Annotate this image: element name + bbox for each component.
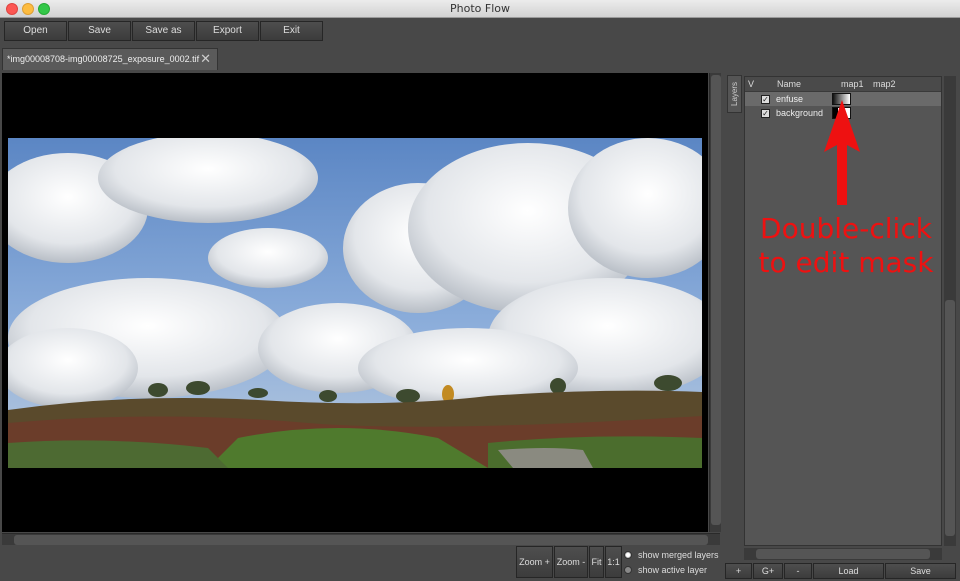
layer-name: enfuse <box>776 94 804 104</box>
layers-dock-tab[interactable]: Layers <box>727 75 742 113</box>
layer-visible-checkbox[interactable]: ✓ <box>761 95 770 104</box>
main-toolbar: Open Save Save as Export Exit <box>4 21 324 41</box>
layers-vertical-scrollbar[interactable] <box>944 76 956 546</box>
layers-horizontal-scrollbar[interactable] <box>744 548 942 560</box>
column-visible[interactable]: V <box>745 79 757 89</box>
column-name[interactable]: Name <box>757 79 829 89</box>
layer-buttons: + G+ - Load Save <box>725 563 957 579</box>
layers-header: V Name map1 map2 <box>745 77 941 92</box>
view-mode-radio-group: show merged layers show active layer <box>624 547 719 577</box>
annotation-line-2: to edit mask <box>758 246 934 279</box>
close-tab-icon[interactable]: ✕ <box>200 51 211 67</box>
save-preset-button[interactable]: Save <box>885 563 956 579</box>
save-button[interactable]: Save <box>68 21 131 41</box>
layer-visible-checkbox[interactable]: ✓ <box>761 109 770 118</box>
zoom-fit-button[interactable]: Fit <box>589 546 604 578</box>
radio-unselected-indicator[interactable] <box>624 565 632 574</box>
zoom-toolbar: Zoom + Zoom - Fit 1:1 <box>516 546 623 578</box>
canvas-horizontal-scrollbar[interactable] <box>2 533 720 545</box>
open-button[interactable]: Open <box>4 21 67 41</box>
document-tab[interactable]: *img00008708-img00008725_exposure_0002.t… <box>2 48 218 70</box>
load-preset-button[interactable]: Load <box>813 563 884 579</box>
image-canvas[interactable] <box>2 73 708 532</box>
zoom-out-button[interactable]: Zoom - <box>554 546 588 578</box>
column-map1[interactable]: map1 <box>829 79 864 89</box>
layers-vertical-scroll-thumb[interactable] <box>945 300 955 536</box>
radio-selected-indicator[interactable] <box>624 550 632 559</box>
title-bar: Photo Flow <box>0 0 960 18</box>
zoom-in-button[interactable]: Zoom + <box>516 546 553 578</box>
annotation-line-1: Double-click <box>760 212 932 245</box>
radio-label: show active layer <box>638 564 708 575</box>
layer-name: background <box>776 108 824 118</box>
window-title: Photo Flow <box>450 2 510 15</box>
annotation-text: Double-click to edit mask <box>746 212 946 280</box>
remove-layer-button[interactable]: - <box>784 563 812 579</box>
canvas-vertical-scroll-thumb[interactable] <box>711 75 721 525</box>
exit-button[interactable]: Exit <box>260 21 323 41</box>
radio-show-merged-layers[interactable]: show merged layers <box>624 547 719 562</box>
layers-horizontal-scroll-thumb[interactable] <box>756 549 930 559</box>
panorama-image <box>8 138 702 468</box>
export-button[interactable]: Export <box>196 21 259 41</box>
canvas-horizontal-scroll-thumb[interactable] <box>14 535 708 545</box>
radio-label: show merged layers <box>638 549 719 560</box>
document-tab-label: *img00008708-img00008725_exposure_0002.t… <box>7 54 200 64</box>
add-group-button[interactable]: G+ <box>753 563 783 579</box>
canvas-vertical-scrollbar[interactable] <box>709 73 721 532</box>
column-map2[interactable]: map2 <box>859 79 896 89</box>
radio-show-active-layer[interactable]: show active layer <box>624 562 719 577</box>
zoom-1to1-button[interactable]: 1:1 <box>605 546 622 578</box>
save-as-button[interactable]: Save as <box>132 21 195 41</box>
annotation-arrow-icon <box>824 100 860 205</box>
add-layer-button[interactable]: + <box>725 563 752 579</box>
